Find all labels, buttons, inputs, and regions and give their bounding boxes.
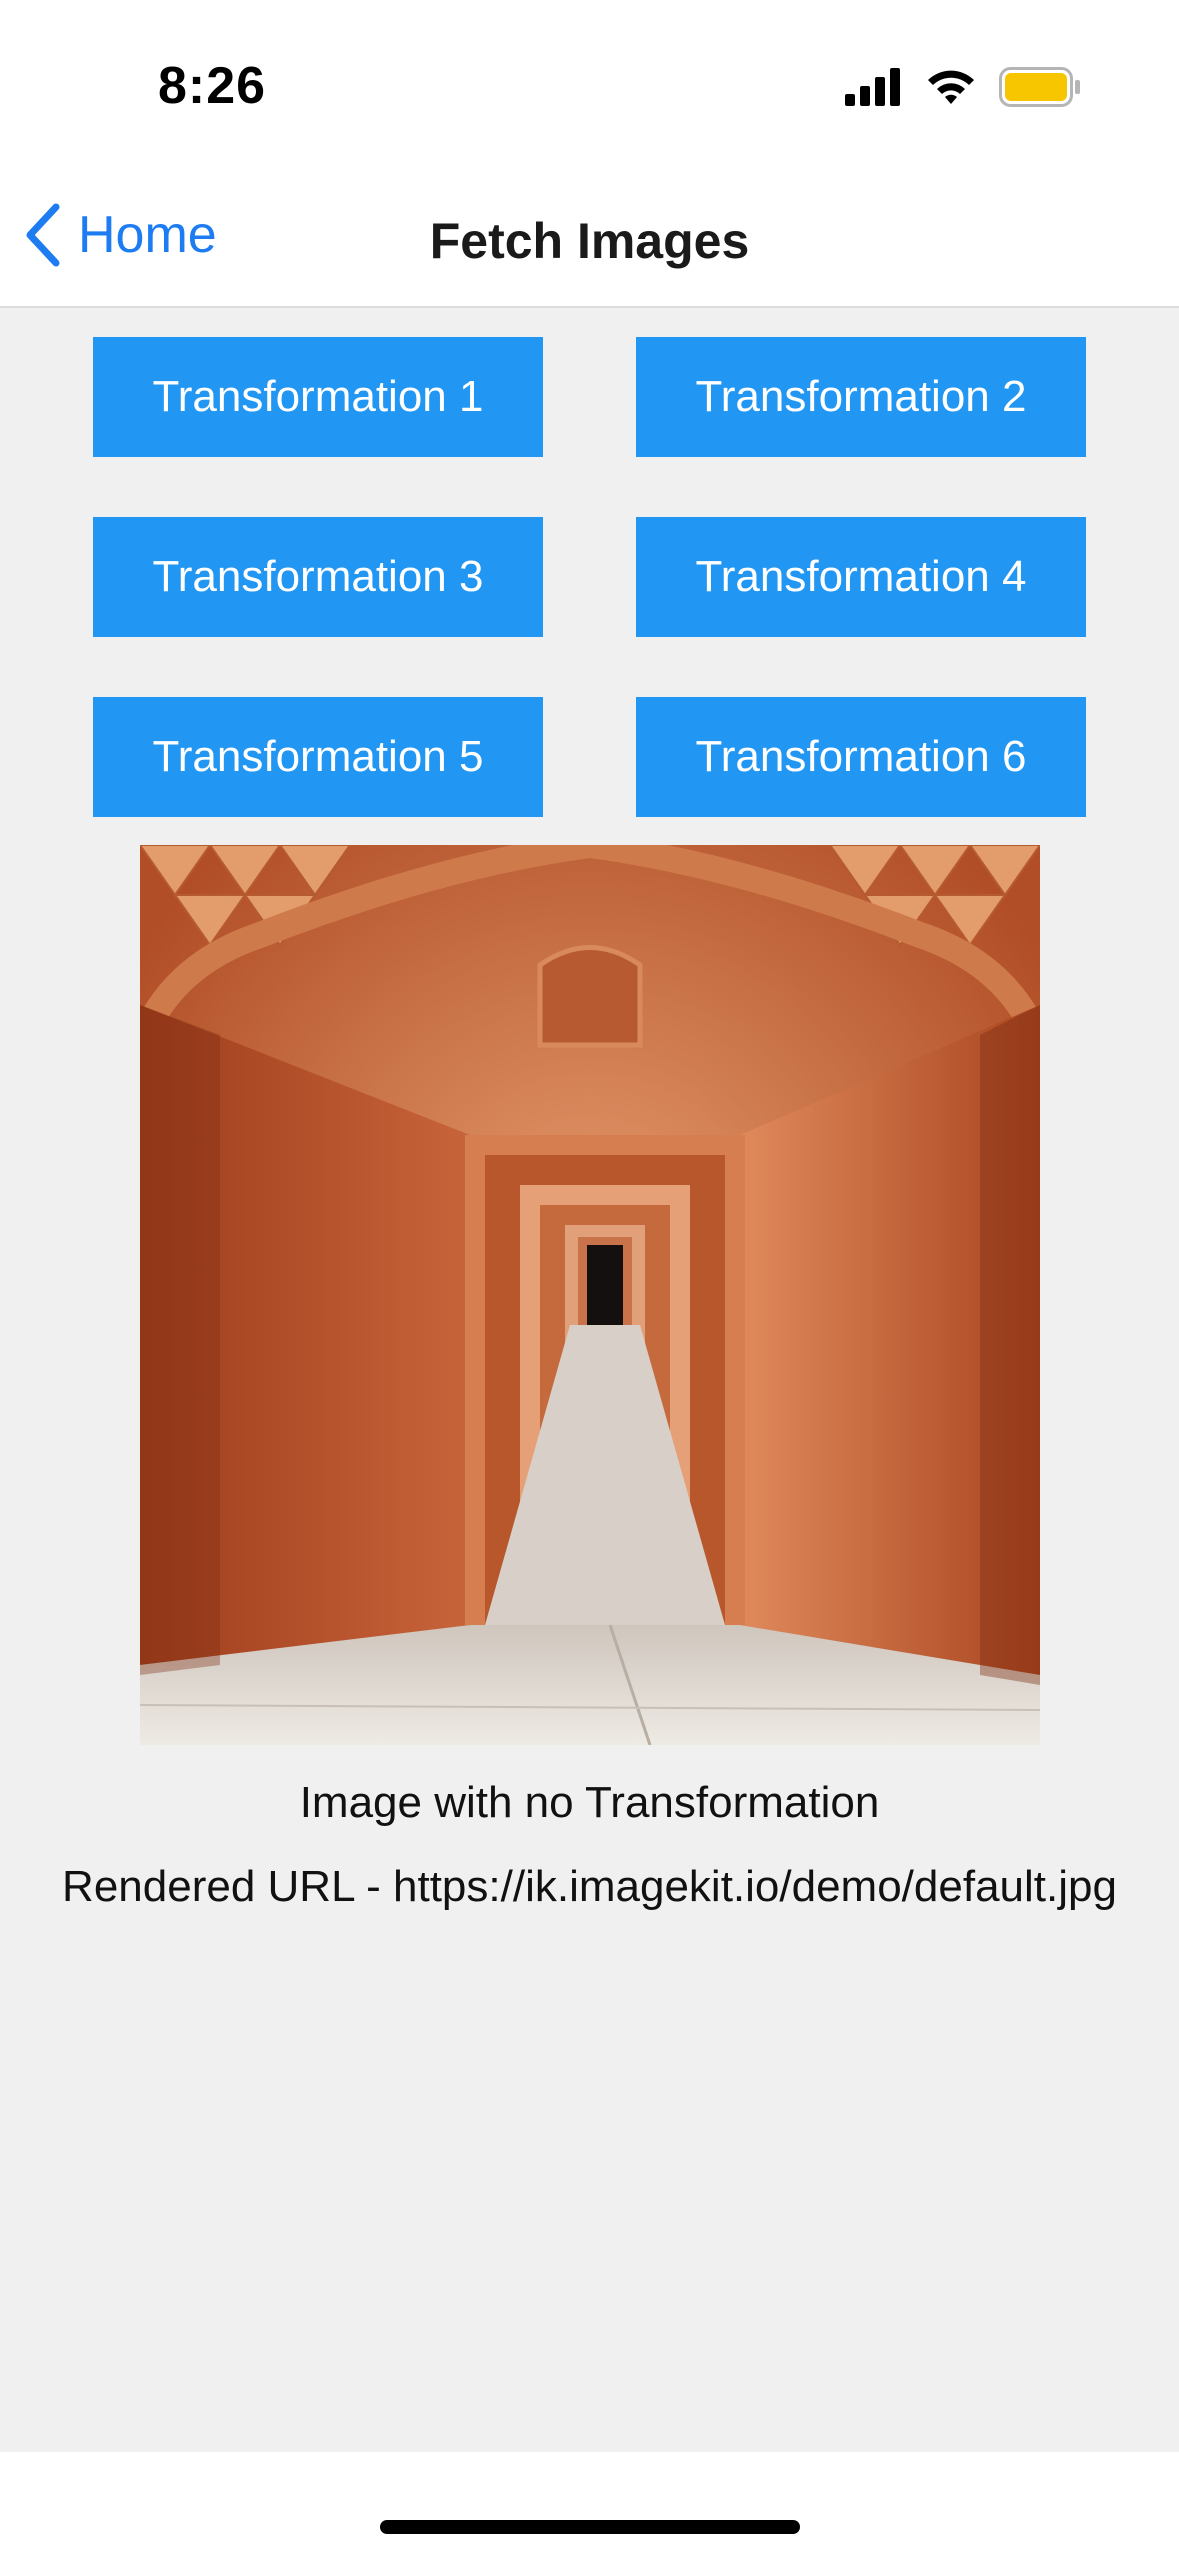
transformation-6-button[interactable]: Transformation 6: [636, 697, 1086, 817]
battery-icon: [999, 67, 1080, 107]
transformation-2-button[interactable]: Transformation 2: [636, 337, 1086, 457]
cellular-signal-icon: [845, 68, 900, 106]
navigation-bar: Home Fetch Images: [0, 170, 1179, 308]
transformation-5-button[interactable]: Transformation 5: [93, 697, 543, 817]
rendered-url-text: Rendered URL - https://ik.imagekit.io/de…: [62, 1862, 1117, 1911]
home-indicator-area: [0, 2452, 1179, 2556]
status-icons: [845, 62, 1081, 112]
fetched-image: [140, 845, 1040, 1745]
page-title: Fetch Images: [429, 213, 750, 269]
transformation-4-button[interactable]: Transformation 4: [636, 517, 1086, 637]
corridor-photo: [140, 845, 1040, 1745]
status-time: 8:26: [158, 57, 267, 115]
status-bar: 8:26: [0, 0, 1179, 170]
image-caption: Image with no Transformation: [299, 1778, 880, 1827]
transformation-1-button[interactable]: Transformation 1: [93, 337, 543, 457]
transformation-3-button[interactable]: Transformation 3: [93, 517, 543, 637]
wifi-icon: [928, 70, 974, 104]
home-indicator[interactable]: [380, 2520, 800, 2534]
